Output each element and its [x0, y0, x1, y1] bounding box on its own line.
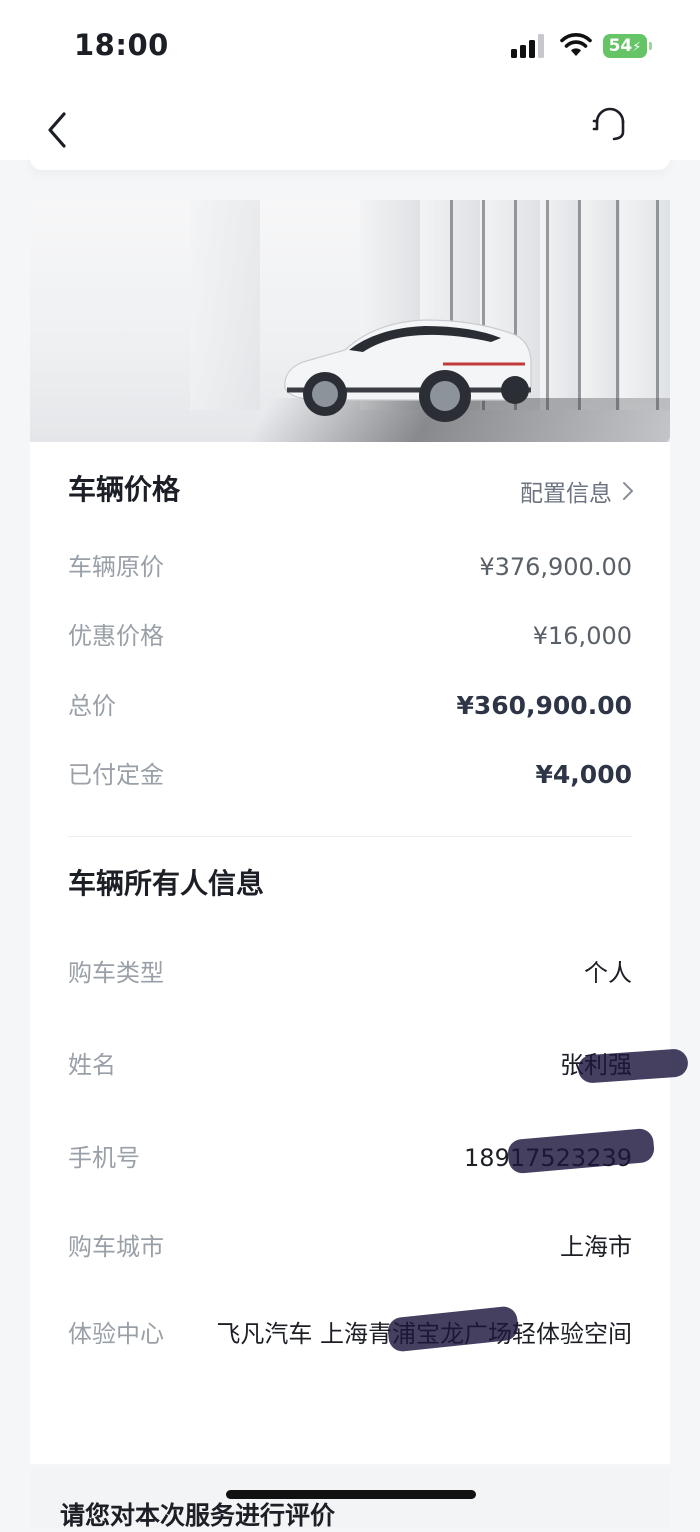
config-info-link[interactable]: 配置信息	[520, 474, 634, 508]
row-label: 体验中心	[68, 1320, 164, 1348]
redaction-mark-phone	[506, 1127, 656, 1175]
charging-bolt-icon: ⚡	[632, 40, 642, 55]
owner-row-name: 姓名 张利强	[68, 1045, 632, 1085]
price-row-discount: 优惠价格 ¥16,000	[68, 616, 632, 656]
order-info-card: 车辆价格 配置信息 车辆原价 ¥376,900.00 优惠价格 ¥16,000 …	[30, 442, 689, 1464]
battery-level: 54	[608, 36, 633, 56]
owner-row-city: 购车城市 上海市	[68, 1227, 632, 1267]
row-value: ¥376,900.00	[479, 553, 632, 581]
section-divider	[68, 836, 632, 837]
headset-icon[interactable]	[590, 102, 630, 142]
status-bar: 18:00 54⚡	[0, 0, 700, 92]
row-label: 总价	[68, 692, 116, 720]
row-label: 购车类型	[68, 959, 164, 987]
vehicle-banner-image	[30, 200, 670, 442]
row-label: 车辆原价	[68, 553, 164, 581]
row-value: ¥16,000	[532, 622, 632, 650]
header-card-bottom	[30, 150, 670, 170]
row-label: 手机号	[68, 1144, 140, 1172]
home-indicator[interactable]	[226, 1490, 476, 1499]
row-label: 已付定金	[68, 761, 164, 789]
config-info-label: 配置信息	[520, 481, 612, 507]
row-value: 上海市	[560, 1233, 632, 1261]
row-label: 优惠价格	[68, 622, 164, 650]
row-label: 购车城市	[68, 1233, 164, 1261]
battery-indicator: 54⚡	[603, 34, 647, 58]
car-image	[284, 319, 532, 422]
owner-row-purchase-type: 购车类型 个人	[68, 953, 632, 993]
price-row-total: 总价 ¥360,900.00	[68, 686, 632, 726]
row-value: ¥4,000	[535, 760, 632, 789]
owner-row-experience-center: 体验中心 飞凡汽车 上海青浦宝龙广场轻体验空间	[68, 1314, 632, 1394]
cellular-signal-icon	[511, 34, 547, 58]
wifi-icon	[560, 33, 592, 56]
rating-prompt: 请您对本次服务进行评价	[60, 1501, 336, 1530]
owner-section-title: 车辆所有人信息	[68, 867, 265, 900]
chevron-right-icon	[623, 482, 633, 500]
chevron-left-icon[interactable]	[40, 102, 80, 152]
price-row-deposit: 已付定金 ¥4,000	[68, 755, 632, 795]
price-section-title: 车辆价格	[68, 473, 181, 506]
battery-tip	[649, 42, 652, 50]
row-value: 个人	[584, 959, 632, 987]
row-value: ¥360,900.00	[456, 691, 632, 720]
price-row-original: 车辆原价 ¥376,900.00	[68, 547, 632, 587]
row-label: 姓名	[68, 1051, 116, 1079]
status-time: 18:00	[74, 28, 169, 62]
